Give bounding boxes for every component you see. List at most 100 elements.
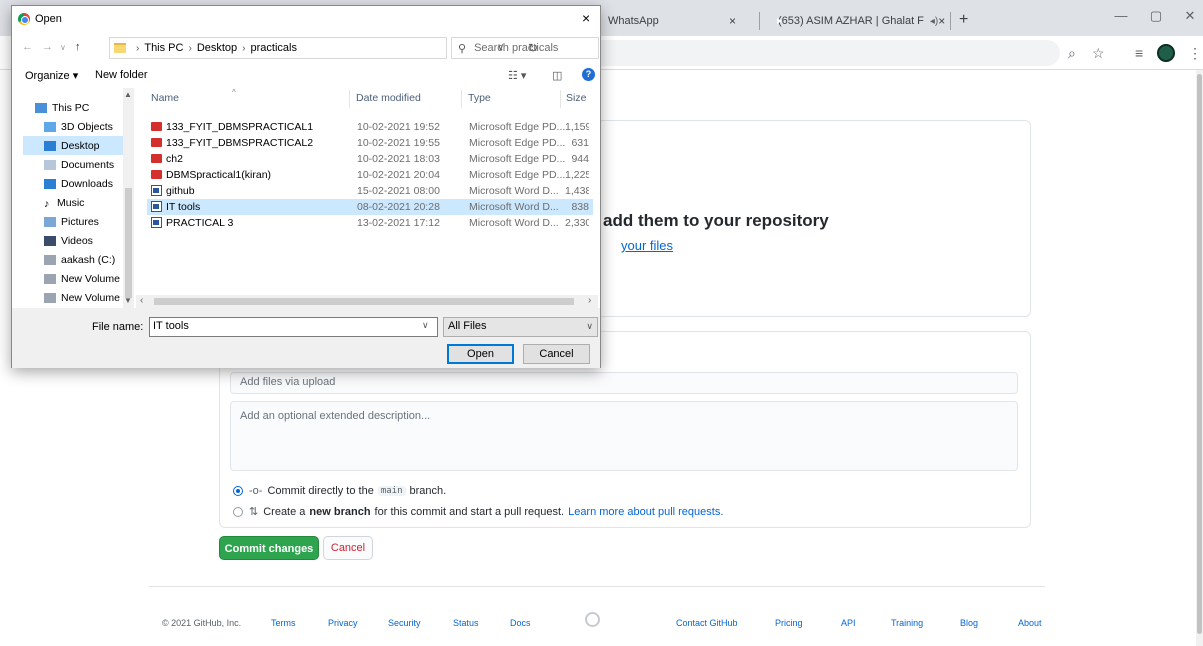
footer-link-terms[interactable]: Terms <box>271 618 296 628</box>
file-row[interactable]: PRACTICAL 3 13-02-2021 17:12 Microsoft W… <box>147 215 593 231</box>
scroll-right-icon[interactable]: › <box>588 295 591 306</box>
scroll-down-icon[interactable]: ▼ <box>124 296 132 305</box>
new-folder-button[interactable]: New folder <box>95 69 148 81</box>
star-icon[interactable]: ☆ <box>1092 45 1105 62</box>
scroll-up-icon[interactable]: ▲ <box>124 90 132 99</box>
forward-icon[interactable]: → <box>42 41 53 53</box>
file-row[interactable]: 133_FYIT_DBMSPRACTICAL2 10-02-2021 19:55… <box>147 135 593 151</box>
nav-item-pictures[interactable]: Pictures <box>23 212 133 231</box>
preview-pane-icon[interactable]: ◫ <box>552 69 562 82</box>
nav-item-drive-c[interactable]: aakash (C:) <box>23 250 133 269</box>
tab-youtube[interactable]: (653) ASIM AZHAR | Ghalat F ◂) × <box>762 6 948 36</box>
minimize-button[interactable]: — <box>1111 8 1131 23</box>
breadcrumb-item[interactable]: practicals <box>251 42 297 54</box>
commit-summary-input[interactable]: Add files via upload <box>230 372 1018 394</box>
commit-direct-option[interactable]: -o- Commit directly to the main branch. <box>233 485 446 497</box>
tab-whatsapp[interactable]: WhatsApp × <box>598 6 746 36</box>
footer-link-pricing[interactable]: Pricing <box>775 618 803 628</box>
commit-description-input[interactable]: Add an optional extended description... <box>230 401 1018 471</box>
column-divider[interactable] <box>560 90 561 108</box>
page-scrollbar[interactable] <box>1196 70 1203 646</box>
github-logo-icon[interactable] <box>585 612 600 627</box>
file-row[interactable]: ch2 10-02-2021 18:03 Microsoft Edge PD..… <box>147 151 593 167</box>
radio-new-branch[interactable] <box>233 506 243 517</box>
tab-title: (653) ASIM AZHAR | Ghalat F <box>778 15 924 27</box>
column-header-type[interactable]: Type <box>468 92 491 104</box>
search-placeholder: Search practicals <box>474 42 559 54</box>
window-close-button[interactable]: ✕ <box>1180 8 1200 24</box>
recent-chevron-icon[interactable]: ∨ <box>60 43 66 52</box>
nav-item-videos[interactable]: Videos <box>23 231 133 250</box>
file-list-horizontal-scrollbar[interactable]: ‹ › <box>136 295 598 308</box>
help-icon[interactable]: ? <box>582 68 595 81</box>
playlist-icon[interactable]: ≡ <box>1135 45 1143 61</box>
column-header-date[interactable]: Date modified <box>356 92 421 104</box>
pdf-icon <box>151 170 162 179</box>
cancel-button[interactable]: Cancel <box>323 536 373 560</box>
zoom-icon[interactable]: ⌕ <box>1068 45 1076 62</box>
chevron-down-icon[interactable]: ∨ <box>422 320 429 331</box>
file-row[interactable]: DBMSpractical1(kiran) 10-02-2021 20:04 M… <box>147 167 593 183</box>
footer-link-contact[interactable]: Contact GitHub <box>676 618 738 628</box>
up-icon[interactable]: ↑ <box>75 41 81 53</box>
choose-files-link[interactable]: your files <box>621 238 673 253</box>
navigation-scrollbar[interactable]: ▲ ▼ <box>123 88 134 308</box>
scrollbar-thumb[interactable] <box>1197 74 1202 634</box>
nav-item-music[interactable]: ♪ Music <box>23 193 133 212</box>
footer-link-about[interactable]: About <box>1018 618 1042 628</box>
breadcrumb-item[interactable]: Desktop <box>197 42 237 54</box>
menu-icon[interactable]: ⋮ <box>1188 45 1202 62</box>
file-row-selected[interactable]: IT tools 08-02-2021 20:28 Microsoft Word… <box>147 199 593 215</box>
audio-icon[interactable]: ◂) <box>930 16 938 27</box>
footer-link-blog[interactable]: Blog <box>960 618 978 628</box>
file-row[interactable]: 133_FYIT_DBMSPRACTICAL1 10-02-2021 19:52… <box>147 119 593 135</box>
open-button[interactable]: Open <box>447 344 514 364</box>
footer-link-status[interactable]: Status <box>453 618 479 628</box>
footer-link-security[interactable]: Security <box>388 618 421 628</box>
organize-menu[interactable]: Organize ▾ <box>25 69 78 82</box>
file-row[interactable]: github 15-02-2021 08:00 Microsoft Word D… <box>147 183 593 199</box>
footer-link-api[interactable]: API <box>841 618 856 628</box>
breadcrumb-item[interactable]: This PC <box>144 42 183 54</box>
nav-item-desktop[interactable]: Desktop <box>23 136 133 155</box>
view-options-icon[interactable]: ☷ ▾ <box>508 69 526 82</box>
tab-close-icon[interactable]: × <box>938 14 945 28</box>
radio-direct[interactable] <box>233 486 243 496</box>
column-divider[interactable] <box>461 90 462 108</box>
dialog-titlebar[interactable]: Open × <box>12 6 600 32</box>
nav-item-drive-e[interactable]: New Volume (E:) <box>23 269 134 288</box>
nav-item-3d-objects[interactable]: 3D Objects <box>23 117 133 136</box>
profile-avatar[interactable] <box>1157 44 1175 62</box>
column-header-name[interactable]: Name <box>151 92 179 104</box>
tab-close-icon[interactable]: × <box>729 14 736 28</box>
file-type: Microsoft Edge PD... <box>469 153 566 165</box>
back-icon[interactable]: ← <box>22 41 33 53</box>
file-size: 944 <box>571 153 589 165</box>
footer-link-training[interactable]: Training <box>891 618 923 628</box>
dialog-breadcrumb[interactable]: › This PC › Desktop › practicals ∨ ↻ <box>109 37 538 59</box>
dialog-cancel-button[interactable]: Cancel <box>523 344 590 364</box>
column-header-size[interactable]: Size <box>566 92 586 104</box>
commit-new-branch-option[interactable]: ⇅ Create a new branch for this commit an… <box>233 505 723 518</box>
scrollbar-thumb[interactable] <box>154 298 574 305</box>
column-divider[interactable] <box>349 90 350 108</box>
scrollbar-thumb[interactable] <box>125 188 132 298</box>
address-bar[interactable] <box>590 40 1060 66</box>
nav-item-drive-f[interactable]: New Volume (F:) <box>23 288 134 307</box>
maximize-button[interactable]: ▢ <box>1146 8 1166 24</box>
nav-label: aakash (C:) <box>61 253 116 266</box>
file-type-filter[interactable]: All Files ∨ <box>443 317 598 337</box>
commit-changes-button[interactable]: Commit changes <box>219 536 319 560</box>
file-type: Microsoft Edge PD... <box>469 137 566 149</box>
new-tab-button[interactable]: + <box>959 11 968 29</box>
nav-item-documents[interactable]: Documents <box>23 155 133 174</box>
scroll-left-icon[interactable]: ‹ <box>140 295 143 306</box>
dialog-search-input[interactable]: ⚲ Search practicals <box>451 37 599 59</box>
learn-more-link[interactable]: Learn more about pull requests. <box>568 506 723 518</box>
footer-link-privacy[interactable]: Privacy <box>328 618 358 628</box>
footer-link-docs[interactable]: Docs <box>510 618 531 628</box>
dialog-close-icon[interactable]: × <box>582 10 590 26</box>
nav-item-downloads[interactable]: Downloads <box>23 174 133 193</box>
file-name-input[interactable]: IT tools <box>149 317 438 337</box>
nav-item-this-pc[interactable]: This PC <box>23 98 133 117</box>
